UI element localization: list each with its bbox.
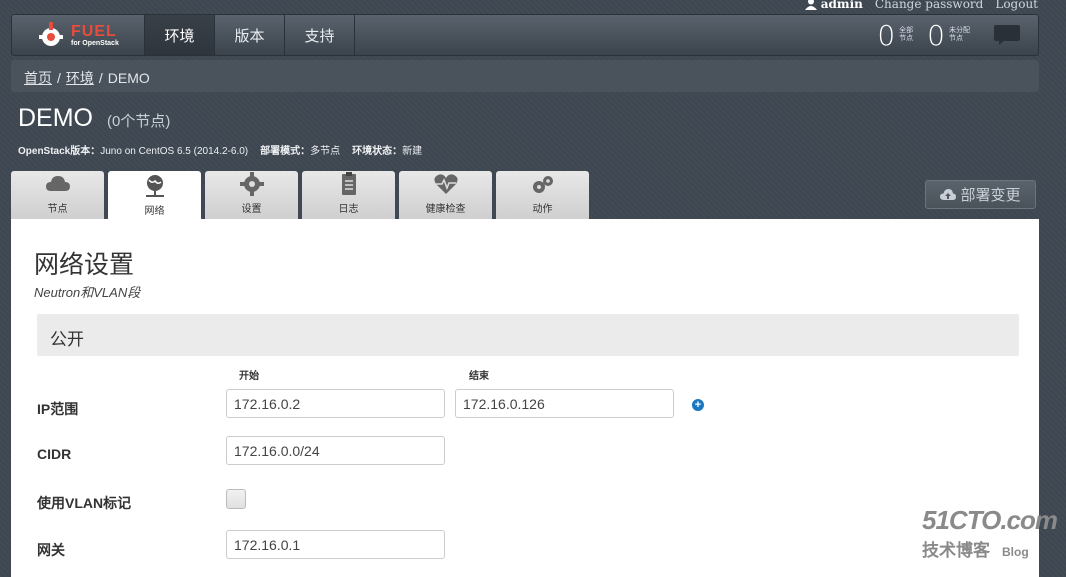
actions-icon [532,176,553,193]
section-title: 网络设置 [34,250,135,279]
fuel-logo[interactable]: FUEL for OpenStack [12,15,145,55]
total-nodes-counter: 0 全部 节点 [877,15,913,55]
cidr-label: CIDR [37,446,72,462]
network-icon [145,175,164,197]
meta-deploy-mode: 部署模式：多节点 [260,146,341,157]
gear-icon [239,172,264,196]
network-settings-panel: 网络设置 Neutron和VLAN段 公开 开始 结束 IP范围 + CIDR … [11,219,1039,577]
meta-openstack-version: OpenStack版本：Juno on CentOS 6.5 (2014.2-6… [18,146,249,157]
tab-settings[interactable]: 设置 [205,171,298,219]
logo-title: FUEL [71,22,117,40]
env-meta: OpenStack版本：Juno on CentOS 6.5 (2014.2-6… [18,142,422,157]
unallocated-nodes-label2: 节点 [949,35,963,42]
plus-icon: + [694,398,702,411]
public-section-header: 公开 [37,314,1019,356]
watermark-main: 51CTO.com [922,505,1058,535]
cloud-icon [45,176,70,191]
log-icon [341,172,356,195]
breadcrumb-environments[interactable]: 环境 [66,70,94,86]
gateway-label: 网关 [37,542,65,558]
nav-releases[interactable]: 版本 [215,15,285,55]
nav-environments[interactable]: 环境 [145,15,215,55]
watermark-blog: Blog [1002,545,1029,559]
section-subtitle: Neutron和VLAN段 [34,285,141,300]
unallocated-nodes-value: 0 [927,18,945,52]
ip-range-end-input[interactable] [455,389,674,418]
ip-range-label: IP范围 [37,401,79,417]
column-end-label: 结束 [469,371,489,382]
add-ip-range-button[interactable]: + [692,399,704,411]
username: admin [820,0,863,11]
env-name: DEMO [18,104,93,132]
deploy-changes-button[interactable]: 部署变更 [925,180,1036,209]
tab-label: 日志 [338,204,359,215]
logout-link[interactable]: Logout [995,0,1038,11]
tab-label: 网络 [144,206,165,217]
breadcrumb-separator: / [98,70,103,86]
meta-env-status: 环境状态：新建 [352,146,423,157]
gateway-input[interactable] [226,530,445,559]
user-menu[interactable]: admin [804,0,863,11]
cloud-upload-icon [940,188,957,200]
page-title: DEMO (0个节点) [18,104,170,133]
ip-range-start-input[interactable] [226,389,445,418]
cidr-input[interactable] [226,436,445,465]
breadcrumb-separator: / [57,70,61,86]
health-icon [433,174,458,194]
unallocated-nodes-label1: 未分配 [949,26,970,34]
logo-subtitle: for OpenStack [71,39,119,47]
breadcrumb-home[interactable]: 首页 [24,70,52,86]
env-tabs: 节点 网络 设置 日志 健康检查 动作 [11,171,589,221]
top-navbar: FUEL for OpenStack 环境 版本 支持 0 全部 节点 0 未分… [11,14,1039,56]
speech-bubble-icon [994,25,1020,45]
tab-actions[interactable]: 动作 [496,171,589,219]
change-password-link[interactable]: Change password [875,0,983,11]
env-node-count: (0个节点) [107,113,171,130]
deploy-changes-label: 部署变更 [960,187,1021,204]
nav-support[interactable]: 支持 [285,15,355,55]
watermark-sub: 技术博客 [922,541,990,560]
user-icon [804,0,817,10]
tab-network[interactable]: 网络 [108,171,201,221]
total-nodes-label2: 节点 [899,35,914,42]
tab-label: 健康检查 [425,204,466,215]
breadcrumb: 首页 / 环境 / DEMO [11,60,1039,92]
fuel-logo-icon [39,22,63,46]
tab-logs[interactable]: 日志 [302,171,395,219]
tab-label: 节点 [47,204,68,215]
total-nodes-label1: 全部 [899,26,914,34]
tab-label: 设置 [241,204,262,215]
user-bar: admin Change password Logout [804,0,1038,11]
total-nodes-value: 0 [877,18,896,52]
tab-nodes[interactable]: 节点 [11,171,104,219]
watermark: 51CTO.com 技术博客 Blog [922,505,1058,561]
tab-health-check[interactable]: 健康检查 [399,171,492,219]
tab-label: 动作 [532,204,553,215]
breadcrumb-current: DEMO [107,70,150,86]
notifications-button[interactable] [984,15,1030,55]
vlan-tagging-checkbox[interactable] [226,489,246,509]
column-start-label: 开始 [239,371,259,382]
unallocated-nodes-counter: 0 未分配 节点 [927,15,970,55]
vlan-tagging-label: 使用VLAN标记 [37,495,132,511]
